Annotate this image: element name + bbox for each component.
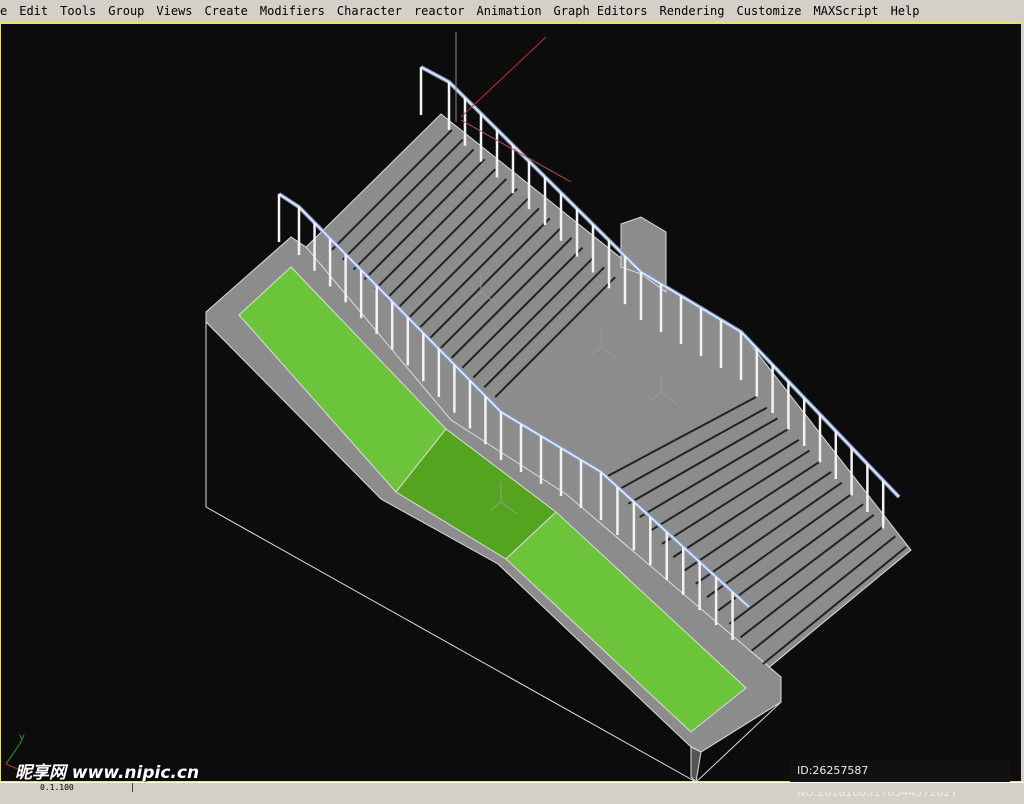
menu-rendering[interactable]: Rendering [653,4,730,18]
menu-views[interactable]: Views [150,4,198,18]
menu-group[interactable]: Group [102,4,150,18]
menu-create[interactable]: Create [199,4,254,18]
menu-customize[interactable]: Customize [731,4,808,18]
menu-e[interactable]: e [0,4,13,18]
image-id-stamp: ID:26257587 NO:20181005170344572627 [790,760,1010,799]
menu-character[interactable]: Character [331,4,408,18]
menu-animation[interactable]: Animation [471,4,548,18]
stair-model: yx [5,32,912,784]
world-axis-y-label: y [19,732,25,743]
menu-reactor[interactable]: reactor [408,4,471,18]
perspective-viewport[interactable]: yx [0,22,1022,784]
menu-tools[interactable]: Tools [54,4,102,18]
menu-edit[interactable]: Edit [13,4,54,18]
gizmo-x-axis [460,36,547,118]
menu-help[interactable]: Help [885,4,926,18]
watermark: 昵享网 www.nipic.cn [15,763,200,783]
menu-maxscript[interactable]: MAXScript [808,4,885,18]
menu-bar: e Edit Tools Group Views Create Modifiers Chara… [0,0,1024,22]
menu-modifiers[interactable]: Modifiers [254,4,331,18]
menu-graph-editors[interactable]: Graph Editors [548,4,654,18]
